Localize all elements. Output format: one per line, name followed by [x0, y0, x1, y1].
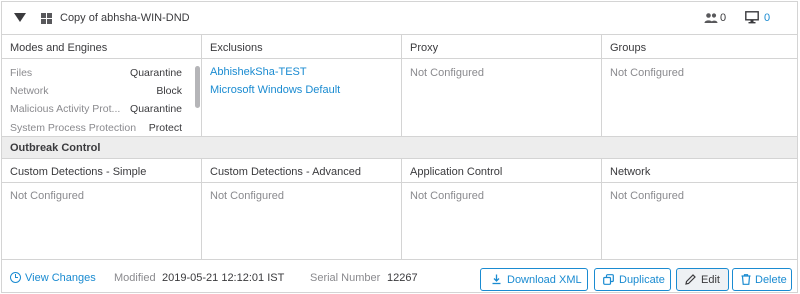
serial-number-label: Serial Number [310, 272, 381, 284]
download-xml-button[interactable]: Download XML [480, 268, 588, 291]
serial-number-value: 12267 [387, 272, 418, 284]
mode-value: Block [156, 85, 182, 97]
network-column: Not Configured [602, 183, 797, 259]
proxy-header: Proxy [402, 35, 602, 59]
proxy-value: Not Configured [410, 67, 484, 79]
custom-detections-advanced-column: Not Configured [202, 183, 402, 259]
custom-detections-simple-header: Custom Detections - Simple [2, 159, 202, 183]
mode-value: Quarantine [130, 103, 182, 115]
duplicate-button[interactable]: Duplicate [594, 268, 671, 291]
users-count: 0 [720, 12, 727, 24]
delete-label: Delete [755, 274, 787, 286]
exclusion-link[interactable]: AbhishekSha-TEST [210, 66, 307, 78]
policy-title: Copy of abhsha-WIN-DND [60, 12, 190, 24]
view-changes-link[interactable]: View Changes [25, 272, 96, 284]
edit-button[interactable]: Edit [676, 268, 729, 291]
custom-detections-simple-column: Not Configured [2, 183, 202, 259]
mode-label: System Process Protection [10, 122, 137, 134]
proxy-column: Not Configured [402, 59, 602, 136]
modified-label: Modified [114, 272, 156, 284]
policy-card: Copy of abhsha-WIN-DND 0 0 Modes and Eng… [1, 1, 798, 293]
mode-row-malicious-activity: Malicious Activity Prot... Quarantine [10, 103, 182, 117]
duplicate-icon [603, 274, 614, 285]
application-control-value: Not Configured [410, 190, 484, 202]
groups-value: Not Configured [610, 67, 684, 79]
mode-row-network: Network Block [10, 85, 182, 99]
policy-header: Copy of abhsha-WIN-DND 0 0 [2, 2, 797, 35]
exclusions-column: AbhishekSha-TEST Microsoft Windows Defau… [202, 59, 402, 136]
monitor-icon [745, 11, 759, 24]
modes-engines-column: Files Quarantine Network Block Malicious… [2, 59, 202, 136]
network-value: Not Configured [610, 190, 684, 202]
policy-footer: View Changes Modified 2019-05-21 12:12:0… [2, 259, 797, 292]
groups-header: Groups [602, 35, 797, 59]
mode-label: Malicious Activity Prot... [10, 103, 121, 115]
users-icon [704, 13, 718, 23]
mode-value: Protect [148, 122, 182, 134]
edit-label: Edit [701, 274, 720, 286]
mode-row-system-process: System Process Protection Protect [10, 122, 182, 136]
windows-icon [41, 13, 52, 24]
mode-row-files: Files Quarantine [10, 67, 182, 81]
modes-scrollbar[interactable] [195, 66, 200, 108]
custom-detections-advanced-value: Not Configured [210, 190, 284, 202]
download-icon [492, 274, 501, 285]
duplicate-label: Duplicate [619, 274, 665, 286]
modes-engines-header: Modes and Engines [2, 35, 202, 59]
delete-button[interactable]: Delete [732, 268, 792, 291]
trash-icon [741, 274, 751, 285]
application-control-header: Application Control [402, 159, 602, 183]
computers-count-link[interactable]: 0 [764, 12, 770, 24]
pencil-icon [685, 274, 696, 285]
custom-detections-advanced-header: Custom Detections - Advanced [202, 159, 402, 183]
mode-label: Network [10, 85, 49, 97]
exclusions-header: Exclusions [202, 35, 402, 59]
mode-label: Files [10, 67, 33, 79]
modified-value: 2019-05-21 12:12:01 IST [162, 272, 285, 284]
clock-icon[interactable] [10, 272, 21, 283]
groups-column: Not Configured [602, 59, 797, 136]
network-header: Network [602, 159, 797, 183]
custom-detections-simple-value: Not Configured [10, 190, 84, 202]
outbreak-control-heading: Outbreak Control [2, 136, 797, 159]
caret-down-icon[interactable] [14, 13, 26, 22]
exclusion-link[interactable]: Microsoft Windows Default [210, 84, 340, 96]
application-control-column: Not Configured [402, 183, 602, 259]
mode-value: Quarantine [130, 67, 182, 79]
download-xml-label: Download XML [507, 274, 582, 286]
